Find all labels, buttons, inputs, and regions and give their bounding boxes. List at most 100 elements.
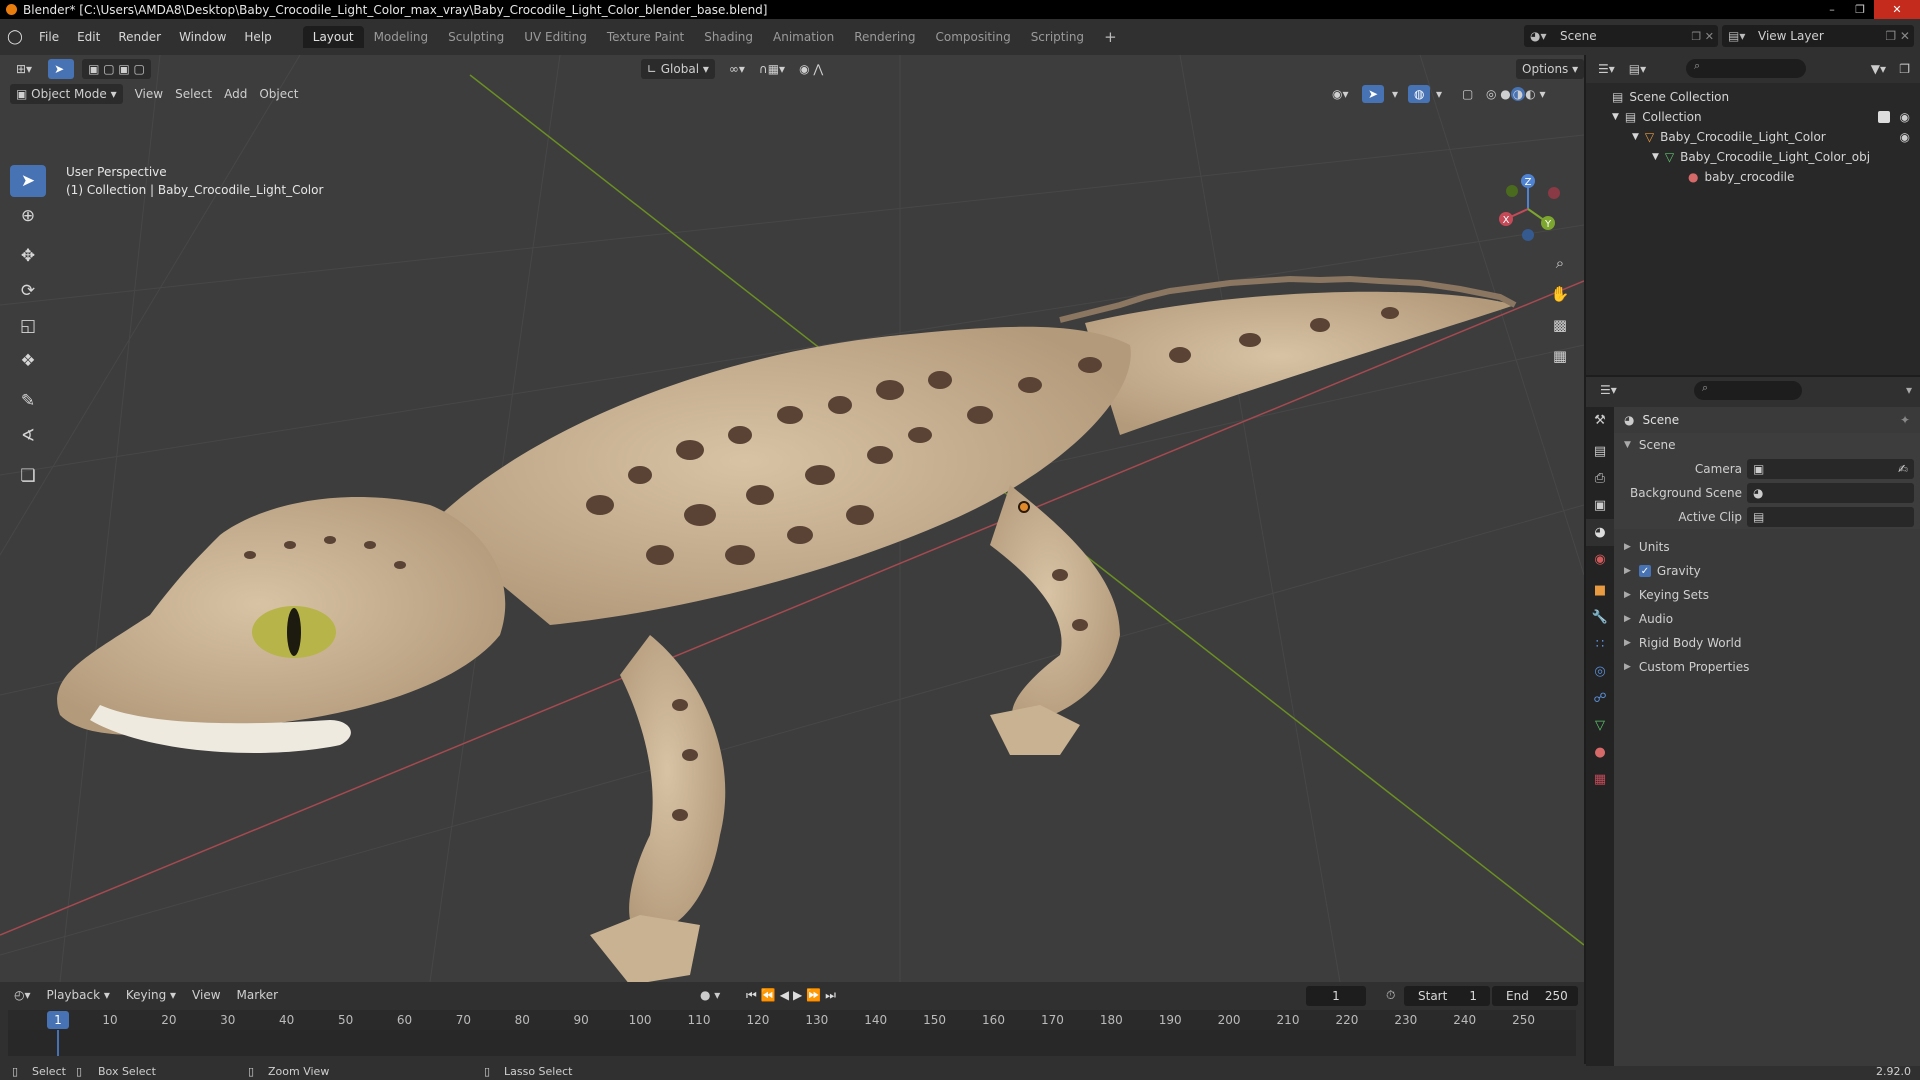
maximize-button[interactable]: ❐ [1846, 0, 1874, 19]
tab-shading[interactable]: Shading [694, 26, 763, 48]
menu-keying[interactable]: Keying ▾ [118, 988, 184, 1002]
exclude-checkbox[interactable] [1878, 111, 1890, 123]
menu-marker[interactable]: Marker [229, 988, 286, 1002]
tab-rendering[interactable]: Rendering [844, 26, 925, 48]
world-tab-icon[interactable]: ◉ [1586, 546, 1614, 573]
transform-orientation[interactable]: ∟ Global ▾ [640, 59, 715, 79]
view-layer-tab-icon[interactable]: ▣ [1586, 492, 1614, 519]
gravity-checkbox[interactable]: ✓ [1638, 565, 1651, 577]
perspective-toggle-icon[interactable]: ▦ [1546, 342, 1574, 370]
texture-tab-icon[interactable]: ▦ [1586, 766, 1614, 793]
menu-view[interactable]: View [129, 84, 169, 104]
overlays-dropdown-icon[interactable]: ▾ [1430, 84, 1448, 104]
constraints-tab-icon[interactable]: ☍ [1586, 685, 1614, 712]
active-clip-field[interactable]: ▤ [1747, 507, 1914, 527]
rotate-tool-icon[interactable]: ⟳ [10, 275, 46, 307]
tab-animation[interactable]: Animation [763, 26, 844, 48]
view-layer-selector[interactable]: ▤▾ View Layer ❐ ✕ [1722, 25, 1914, 47]
object-tab-icon[interactable]: ■ [1586, 577, 1614, 604]
menu-select[interactable]: Select [169, 84, 218, 104]
blender-menu-icon[interactable]: ◯ [0, 29, 30, 45]
timeline-ruler[interactable]: 1 10 20 30 40 50 60 70 80 90 100 110 120 130 140 150 160… [8, 1010, 1576, 1030]
outliner-row-scene-collection[interactable]: ▤ Scene Collection [1586, 87, 1920, 107]
camera-view-icon[interactable]: ▩ [1546, 311, 1574, 339]
cursor-tool-icon[interactable]: ⊕ [10, 200, 46, 232]
select-mode-icon[interactable]: ➤ [48, 59, 75, 79]
menu-object[interactable]: Object [253, 84, 304, 104]
menu-window[interactable]: Window [170, 30, 235, 44]
select-box-tool-icon[interactable]: ➤ [10, 165, 46, 197]
properties-search-input[interactable]: ⌕ [1694, 381, 1802, 400]
camera-field[interactable]: ▣ ✍ [1747, 459, 1914, 479]
background-scene-field[interactable]: ◕ [1747, 483, 1914, 503]
gravity-panel-header[interactable]: ▶ ✓ Gravity [1614, 559, 1920, 583]
tab-layout[interactable]: Layout [302, 26, 364, 48]
measure-tool-icon[interactable]: ∢ [10, 420, 46, 452]
outliner-row-collection[interactable]: ▼ ▤ Collection ◉ [1586, 107, 1920, 127]
custom-properties-panel-header[interactable]: ▶ Custom Properties [1614, 655, 1920, 679]
visibility-icon[interactable]: ◉▾ [1326, 84, 1355, 104]
scene-tab-icon[interactable]: ◕ [1586, 519, 1614, 546]
end-frame-field[interactable]: End 250 [1492, 986, 1578, 1006]
visibility-eye-icon[interactable]: ◉ [1900, 130, 1910, 144]
annotate-tool-icon[interactable]: ✎ [10, 385, 46, 417]
rigid-body-world-panel-header[interactable]: ▶ Rigid Body World [1614, 631, 1920, 655]
options-dropdown[interactable]: Options ▾ [1516, 59, 1584, 79]
navigation-gizmo[interactable]: Z X Y [1492, 173, 1564, 245]
scale-tool-icon[interactable]: ◱ [10, 310, 46, 342]
add-workspace-icon[interactable]: + [1094, 26, 1127, 48]
eyedropper-icon[interactable]: ✍ [1898, 462, 1908, 476]
snap-icon[interactable]: ∩▦▾ [753, 59, 791, 79]
mode-selector[interactable]: ▣ Object Mode ▾ [10, 84, 123, 104]
display-mode-icon[interactable]: ▤▾ [1629, 62, 1646, 76]
particles-tab-icon[interactable]: ∷ [1586, 631, 1614, 658]
tab-scripting[interactable]: Scripting [1021, 26, 1094, 48]
record-keyframe-icon[interactable]: ● ▾ [700, 988, 720, 1002]
proportional-edit-icon[interactable]: ◉ ⋀ [793, 59, 829, 79]
output-tab-icon[interactable]: ⎙ [1586, 465, 1614, 492]
timeline-editor-type-icon[interactable]: ◴▾ [6, 988, 39, 1002]
outliner-row-object[interactable]: ▼ ▽ Baby_Crocodile_Light_Color ◉ [1586, 127, 1920, 147]
menu-edit[interactable]: Edit [68, 30, 109, 44]
editor-type-icon[interactable]: ⊞▾ [10, 59, 38, 79]
tab-modeling[interactable]: Modeling [364, 26, 439, 48]
outliner-editor-type-icon[interactable]: ☰▾ [1598, 62, 1615, 76]
expand-arrow-icon[interactable]: ▼ [1612, 112, 1619, 122]
tab-sculpting[interactable]: Sculpting [438, 26, 514, 48]
tool-tab-icon[interactable]: ⚒ [1586, 407, 1614, 434]
new-collection-icon[interactable]: ❐ [1899, 62, 1910, 76]
shading-modes-icons[interactable]: ◎ ● ◑ ◐ ▾ [1480, 84, 1552, 104]
3d-viewport[interactable]: ⊞▾ ➤ ▣ ▢ ▣ ▢ ∟ Global ▾ ∞▾ ∩▦▾ ◉ ⋀ Optio… [0, 55, 1584, 982]
tab-uv-editing[interactable]: UV Editing [514, 26, 597, 48]
view-layer-actions-icon[interactable]: ❐ ✕ [1885, 29, 1910, 43]
close-button[interactable]: ✕ [1874, 0, 1920, 19]
ruler-current-frame[interactable]: 1 [47, 1011, 69, 1029]
visibility-eye-icon[interactable]: ◉ [1900, 110, 1910, 124]
pivot-icon[interactable]: ∞▾ [723, 59, 751, 79]
menu-file[interactable]: File [30, 30, 68, 44]
data-tab-icon[interactable]: ▽ [1586, 712, 1614, 739]
scene-selector[interactable]: ◕▾ Scene ❐ ✕ [1524, 25, 1718, 47]
filter-icon[interactable]: ▼▾ [1871, 62, 1886, 76]
tab-texture-paint[interactable]: Texture Paint [597, 26, 694, 48]
overlays-toggle-icon[interactable]: ◍ [1408, 85, 1431, 103]
expand-arrow-icon[interactable]: ▼ [1632, 132, 1639, 142]
units-panel-header[interactable]: ▶ Units [1614, 535, 1920, 559]
audio-panel-header[interactable]: ▶ Audio [1614, 607, 1920, 631]
menu-render[interactable]: Render [109, 30, 170, 44]
transform-tool-icon[interactable]: ❖ [10, 345, 46, 377]
menu-timeline-view[interactable]: View [184, 988, 228, 1002]
add-cube-tool-icon[interactable]: ❏ [10, 460, 46, 492]
menu-help[interactable]: Help [235, 30, 280, 44]
properties-editor-type-icon[interactable]: ☰▾ [1600, 383, 1617, 397]
outliner-row-mesh[interactable]: ▼ ▽ Baby_Crocodile_Light_Color_obj [1586, 147, 1920, 167]
modifier-tab-icon[interactable]: 🔧 [1586, 604, 1614, 631]
scene-panel-header[interactable]: ▼ Scene [1614, 433, 1920, 457]
timeline-track[interactable] [8, 1030, 1576, 1056]
keying-sets-panel-header[interactable]: ▶ Keying Sets [1614, 583, 1920, 607]
pin-icon[interactable]: ✦ [1900, 413, 1910, 427]
tab-compositing[interactable]: Compositing [925, 26, 1020, 48]
move-tool-icon[interactable]: ✥ [10, 240, 46, 272]
scene-actions-icon[interactable]: ❐ ✕ [1691, 30, 1714, 43]
gizmo-toggle-icon[interactable]: ➤ [1362, 85, 1385, 103]
